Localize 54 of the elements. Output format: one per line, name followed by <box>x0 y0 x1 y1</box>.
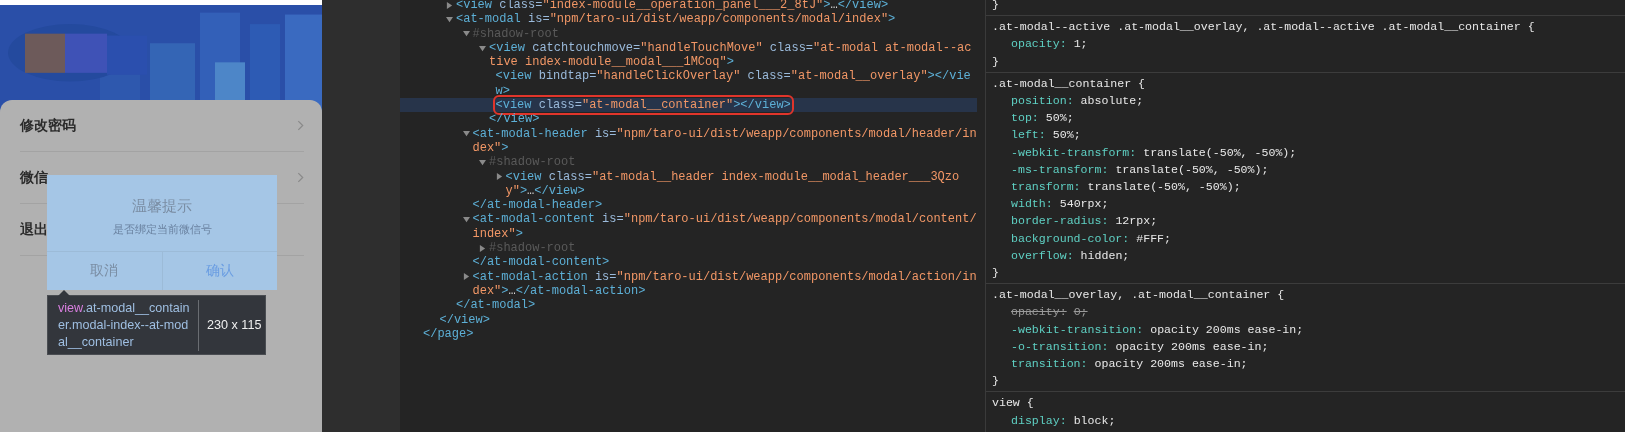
dom-node[interactable]: <view class="at-modal__header index-module__modal_header___3Qzoy">…</view> <box>505 169 977 199</box>
disclosure-triangle-icon[interactable] <box>462 216 470 224</box>
closing-brace: } <box>992 373 1000 390</box>
css-property[interactable]: position: absolute; <box>992 92 1619 110</box>
modal-title: 温馨提示 <box>132 197 192 216</box>
css-property[interactable]: opacity: 0; <box>992 303 1619 321</box>
closing-tag: </view> <box>489 112 540 127</box>
closing-tag: </page> <box>423 326 474 342</box>
element-size: 230 x 115 <box>207 318 262 332</box>
element-selector: view.at-modal__container.modal-index--at-modal__container <box>58 299 199 351</box>
css-property[interactable]: overflow: hidden; <box>992 246 1619 265</box>
dom-node[interactable]: <at-modal-action is="npm/taro-ui/dist/weapp/components/modal/action/index">…</at-modal-action> <box>472 269 977 299</box>
disclosure-triangle-icon[interactable] <box>462 273 470 281</box>
css-selector: .at-modal--active .at-modal__overlay, .at-modal--active .at-modal__container { <box>992 19 1536 36</box>
css-selector: .at-modal__container { <box>992 75 1147 92</box>
css-property[interactable]: -o-transition: opacity 200ms ease-in; <box>992 337 1619 356</box>
css-property[interactable]: transition: opacity 200ms ease-in; <box>992 355 1619 373</box>
disclosure-triangle-icon[interactable] <box>462 30 470 38</box>
css-property[interactable]: opacity: 1; <box>992 35 1619 53</box>
closing-brace: } <box>992 0 1000 13</box>
closing-brace: } <box>992 265 1000 282</box>
disclosure-triangle-icon[interactable] <box>446 15 453 23</box>
menu-item-label[interactable]: 微信 <box>20 168 48 187</box>
disclosure-triangle-icon[interactable] <box>479 44 486 52</box>
dom-node[interactable]: <view class="index-module__operation_panel___2_8tJ">…</view> <box>456 0 889 13</box>
css-property[interactable]: left: 50%; <box>992 126 1619 144</box>
disclosure-triangle-icon[interactable] <box>479 158 486 166</box>
css-property[interactable]: top: 50%; <box>992 109 1619 127</box>
closing-tag: </view> <box>439 312 490 327</box>
dom-node[interactable]: <view catchtouchmove="handleTouchMove" class="at-modal at-modal--active index-module__modal___1MCoq"> <box>489 40 977 70</box>
disclosure-triangle-icon[interactable] <box>479 244 486 252</box>
css-property[interactable]: -ms-transform: translate(-50%, -50%); <box>992 160 1619 179</box>
css-property[interactable]: -webkit-transition: opacity 200ms ease-in; <box>992 320 1619 338</box>
css-property[interactable]: border-radius: 12rpx; <box>992 212 1619 230</box>
css-property[interactable]: transform: translate(-50%, -50%); <box>992 178 1619 196</box>
css-property[interactable]: -webkit-transform: translate(-50%, -50%); <box>992 143 1619 161</box>
closing-brace: } <box>992 53 1000 70</box>
css-property[interactable]: background-color: #FFF; <box>992 229 1619 247</box>
closing-tag: </at-modal-header> <box>472 198 603 213</box>
css-selector: .at-modal__overlay, .at-modal__container { <box>992 287 1286 304</box>
closing-tag: </at-modal-content> <box>472 255 610 270</box>
menu-item-label[interactable]: 退出 <box>20 220 48 239</box>
disclosure-triangle-icon[interactable] <box>495 173 503 181</box>
css-selector: view { <box>992 395 1035 412</box>
css-property[interactable]: display: block; <box>992 411 1619 429</box>
disclosure-triangle-icon[interactable] <box>462 130 470 138</box>
dom-node[interactable]: <at-modal-header is="npm/taro-ui/dist/weapp/components/modal/header/index"> <box>472 126 977 156</box>
disclosure-triangle-icon[interactable] <box>446 1 453 9</box>
dom-node[interactable]: <at-modal-content is="npm/taro-ui/dist/weapp/components/modal/content/index"> <box>472 212 977 242</box>
menu-item-label[interactable]: 修改密码 <box>20 116 76 135</box>
dom-node[interactable]: <at-modal is="npm/taro-ui/dist/weapp/components/modal/index"> <box>456 12 896 27</box>
css-property[interactable]: width: 540rpx; <box>992 195 1619 213</box>
dom-node[interactable]: <view bindtap="handleClickOverlay" class="at-modal__overlay"></view> <box>495 69 977 99</box>
closing-tag: </at-modal> <box>456 298 536 313</box>
